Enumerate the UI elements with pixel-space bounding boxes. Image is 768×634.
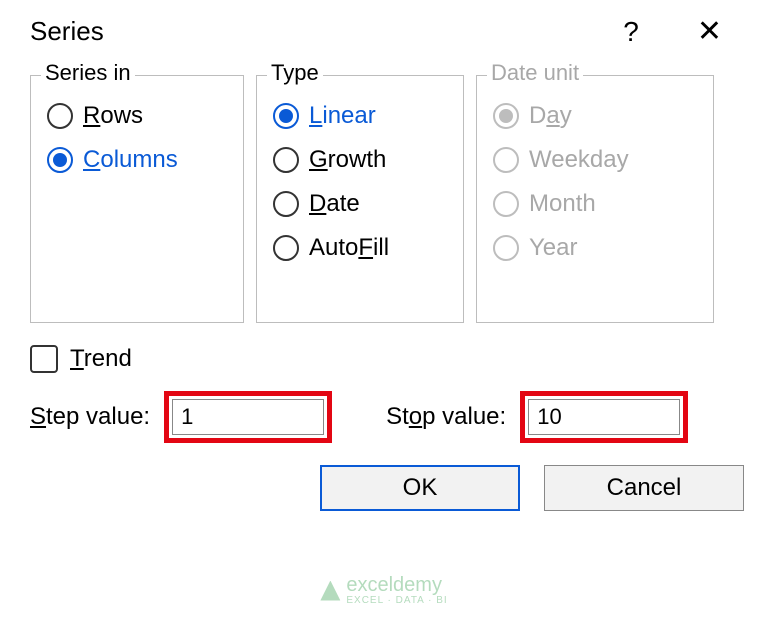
radio-linear-label: Linear [309, 102, 376, 130]
group-type-legend: Type [267, 60, 323, 86]
watermark-subtext: EXCEL · DATA · BI [346, 595, 447, 606]
radio-weekday: Weekday [493, 146, 697, 174]
close-icon[interactable]: ✕ [697, 14, 722, 49]
radio-weekday-label: Weekday [529, 146, 629, 174]
radio-columns-label: Columns [83, 146, 178, 174]
radio-icon [273, 191, 299, 217]
radio-date-label: Date [309, 190, 360, 218]
trend-option[interactable]: Trend [30, 345, 750, 373]
stop-value-input[interactable]: 10 [528, 399, 680, 435]
radio-icon [493, 235, 519, 261]
radio-day-label: Day [529, 102, 572, 130]
radio-growth[interactable]: Growth [273, 146, 447, 174]
group-series-in-legend: Series in [41, 60, 135, 86]
radio-icon [273, 103, 299, 129]
radio-month: Month [493, 190, 697, 218]
step-value-input[interactable]: 1 [172, 399, 324, 435]
trend-checkbox[interactable] [30, 345, 58, 373]
step-value-label: Step value: [30, 403, 150, 431]
group-series-in: Series in Rows Columns [30, 75, 244, 323]
stop-value-label: Stop value: [386, 403, 506, 431]
titlebar: Series ? ✕ [30, 0, 750, 57]
options-row: Series in Rows Columns Type Linear Growt… [30, 75, 750, 323]
group-type: Type Linear Growth Date AutoFill [256, 75, 464, 323]
radio-year: Year [493, 234, 697, 262]
radio-rows-label: Rows [83, 102, 143, 130]
radio-rows[interactable]: Rows [47, 102, 227, 130]
radio-icon [493, 103, 519, 129]
radio-year-label: Year [529, 234, 578, 262]
radio-day: Day [493, 102, 697, 130]
group-date-unit: Date unit Day Weekday Month Year [476, 75, 714, 323]
radio-date[interactable]: Date [273, 190, 447, 218]
radio-autofill[interactable]: AutoFill [273, 234, 447, 262]
radio-icon [47, 147, 73, 173]
series-dialog: Series ? ✕ Series in Rows Columns Type L… [0, 0, 768, 529]
window-controls: ? ✕ [623, 14, 744, 49]
radio-autofill-label: AutoFill [309, 234, 389, 262]
button-row: OK Cancel [30, 465, 750, 511]
radio-icon [47, 103, 73, 129]
watermark: exceldemy EXCEL · DATA · BI [320, 575, 447, 606]
radio-icon [273, 147, 299, 173]
dialog-title: Series [30, 16, 104, 47]
trend-label: Trend [70, 345, 132, 373]
radio-linear[interactable]: Linear [273, 102, 447, 130]
watermark-text: exceldemy [346, 575, 447, 595]
values-row: Step value: 1 Stop value: 10 [30, 391, 750, 443]
step-value-input-wrap: 1 [164, 391, 332, 443]
watermark-logo-icon [320, 581, 340, 601]
stop-value-input-wrap: 10 [520, 391, 688, 443]
radio-month-label: Month [529, 190, 596, 218]
radio-columns[interactable]: Columns [47, 146, 227, 174]
help-icon[interactable]: ? [623, 16, 639, 48]
group-date-unit-legend: Date unit [487, 60, 583, 86]
radio-icon [273, 235, 299, 261]
radio-icon [493, 147, 519, 173]
radio-icon [493, 191, 519, 217]
cancel-button[interactable]: Cancel [544, 465, 744, 511]
radio-growth-label: Growth [309, 146, 386, 174]
ok-button[interactable]: OK [320, 465, 520, 511]
